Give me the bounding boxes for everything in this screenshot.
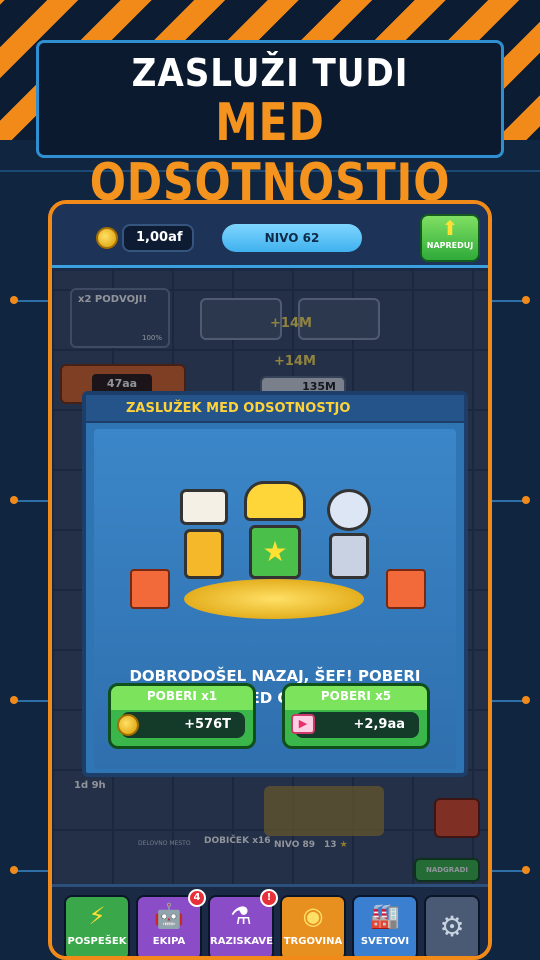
box-icon xyxy=(386,569,426,609)
circuit-line xyxy=(14,500,48,502)
circuit-line xyxy=(492,500,526,502)
nav-research[interactable]: ⚗ RAZISKAVE ! xyxy=(208,889,278,956)
circuit-dot xyxy=(10,696,18,704)
collect-x1-label: POBERI x1 xyxy=(146,689,218,703)
headline-line1: ZASLUŽI TUDI xyxy=(131,51,409,95)
nav-label: SVETOVI xyxy=(360,936,410,947)
lightning-icon: ⚡ xyxy=(88,902,106,930)
circuit-line xyxy=(492,870,526,872)
circuit-dot xyxy=(10,866,18,874)
bottom-nav: ⚡ POSPEŠEK 🤖 EKIPA 4 ⚗ RAZISKAVE ! ◉ TRG… xyxy=(52,884,488,956)
arrow-up-icon: ⬆ xyxy=(441,216,459,240)
circuit-line xyxy=(492,700,526,702)
offline-earnings-modal: ZASLUŽEK MED ODSOTNOSTJO ★ DOBRODOŠEL NA… xyxy=(82,391,468,777)
nav-label: TRGOVINA xyxy=(283,936,343,947)
circuit-dot xyxy=(522,496,530,504)
nav-team[interactable]: 🤖 EKIPA 4 xyxy=(136,889,206,956)
nav-settings[interactable]: ⚙ xyxy=(424,895,480,956)
circuit-dot xyxy=(10,296,18,304)
video-play-icon: ▶ xyxy=(291,714,315,734)
robot-blue-icon xyxy=(320,489,378,587)
headline-line2: MED ODSOTNOSTJO xyxy=(89,93,451,213)
circuit-dot xyxy=(522,296,530,304)
advance-label: NAPREDUJ xyxy=(426,241,474,250)
coin-icon xyxy=(96,227,118,249)
promo-banner: ZASLUŽI TUDI MED ODSOTNOSTJO xyxy=(36,40,504,213)
nav-worlds[interactable]: 🏭 SVETOVI xyxy=(352,895,418,956)
nav-shop[interactable]: ◉ TRGOVINA xyxy=(280,895,346,956)
nav-boost[interactable]: ⚡ POSPEŠEK xyxy=(64,895,130,956)
money-display: 1,00af xyxy=(122,224,194,252)
circuit-line xyxy=(14,700,48,702)
nav-label: RAZISKAVE xyxy=(210,936,273,947)
nav-label: EKIPA xyxy=(152,936,186,947)
circuit-dot xyxy=(522,866,530,874)
coin-icon xyxy=(117,714,139,736)
level-badge[interactable]: NIVO 62 xyxy=(222,224,362,252)
circuit-dot xyxy=(522,696,530,704)
modal-header: ZASLUŽEK MED ODSOTNOSTJO xyxy=(86,395,464,423)
robot-yellow-icon xyxy=(174,489,232,587)
collect-x1-value: +576T xyxy=(121,712,245,738)
nav-label: POSPEŠEK xyxy=(67,936,127,947)
collect-x1-button[interactable]: POBERI x1 +576T xyxy=(108,683,256,749)
collect-x5-label: POBERI x5 xyxy=(320,689,392,703)
collect-x5-button[interactable]: POBERI x5 +2,9aa ▶ xyxy=(282,683,430,749)
robot-green-icon: ★ xyxy=(240,481,310,591)
advance-button[interactable]: ⬆ NAPREDUJ xyxy=(420,214,480,262)
game-screen: x2 PODVOJI! 100% 47aa +14M +14M 135M 1d … xyxy=(48,200,492,960)
top-bar: 1,00af NIVO 62 ⬆ NAPREDUJ xyxy=(52,204,488,268)
factory-icon: 🏭 xyxy=(370,902,400,930)
circuit-line xyxy=(14,300,48,302)
gear-icon: ⚙ xyxy=(439,910,465,943)
circuit-line xyxy=(14,870,48,872)
circuit-line xyxy=(492,300,526,302)
coins-icon: ◉ xyxy=(302,902,324,930)
alert-badge: ! xyxy=(260,889,278,907)
circuit-dot xyxy=(10,496,18,504)
notification-badge: 4 xyxy=(188,889,206,907)
box-icon xyxy=(130,569,170,609)
modal-title: ZASLUŽEK MED ODSOTNOSTJO xyxy=(126,401,351,416)
